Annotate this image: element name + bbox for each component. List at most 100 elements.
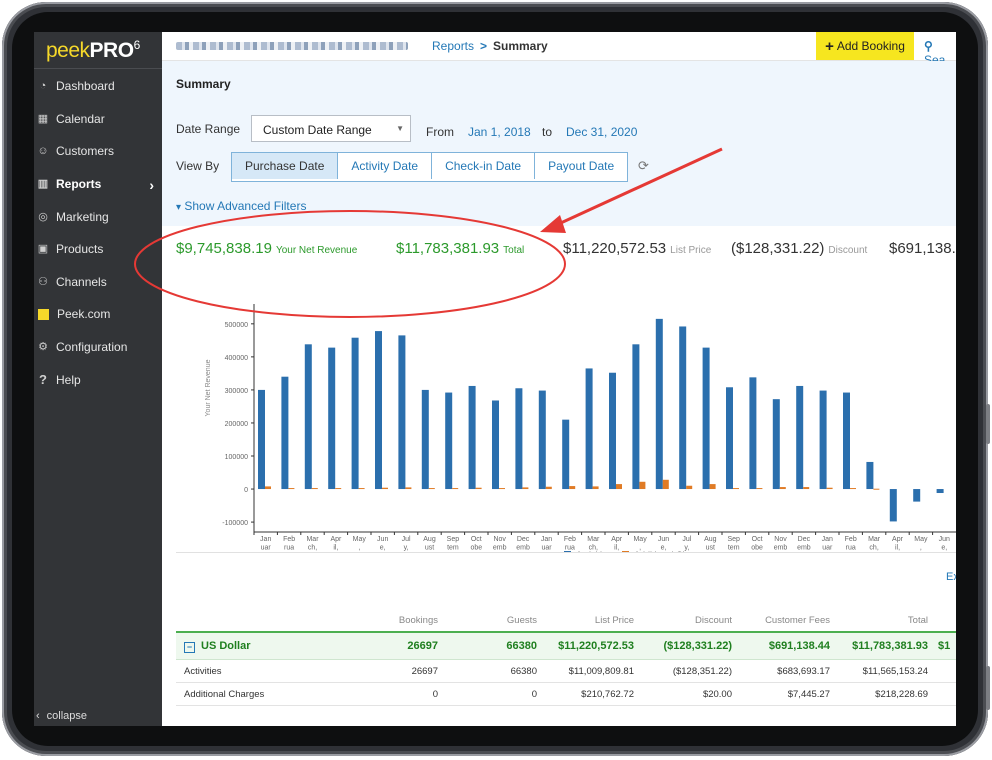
x-tick-label: May (353, 536, 367, 543)
cell-guests: 66380 (510, 666, 537, 677)
x-tick-label: , (358, 545, 360, 552)
view-by-check-in-date[interactable]: Check-in Date (432, 153, 536, 179)
bar-additional-charges (475, 487, 482, 490)
col-bookings[interactable]: Bookings (399, 615, 438, 626)
chevron-down-icon: ▾ (176, 202, 182, 213)
bar-activities (445, 392, 453, 490)
list-price-value: $11,220,572.53 (563, 240, 667, 257)
sidebar-item-customers[interactable]: ☺ Customers (34, 135, 162, 168)
sidebar-item-peek-com[interactable]: Peek.com (34, 298, 162, 331)
sidebar-item-configuration[interactable]: ⚙ Configuration (34, 331, 162, 364)
collapse-minus-icon[interactable]: − (184, 642, 195, 653)
col-customer-fees[interactable]: Customer Fees (765, 615, 830, 626)
cell-total: $11,783,381.93 (852, 640, 928, 652)
x-tick-label: Nov (774, 536, 787, 543)
channels-icon: ⚇ (38, 275, 48, 288)
advanced-filters-label: Show Advanced Filters (184, 199, 307, 213)
bar-additional-charges (873, 488, 880, 490)
x-tick-label: Oct (752, 536, 763, 543)
cell-customer-fees: $691,138.44 (768, 640, 830, 652)
bar-additional-charges (382, 487, 388, 490)
bar-activities (304, 344, 312, 490)
breadcrumb-separator: > (480, 39, 488, 53)
bar-additional-charges (569, 486, 576, 490)
bar-activities (562, 419, 570, 490)
from-label: From (426, 125, 454, 139)
x-tick-label: , (920, 545, 922, 552)
row-name: Activities (184, 666, 222, 677)
bar-activities (585, 368, 593, 490)
net-revenue-total: $9,745,838.19 Your Net Revenue (176, 240, 357, 258)
x-tick-label: y, (404, 545, 409, 552)
tablet-side-button (986, 404, 990, 444)
sidebar-item-dashboard[interactable]: ◔ Dashboard (34, 70, 162, 103)
breadcrumb-redacted (176, 42, 408, 50)
x-tick-label: Dec (798, 536, 811, 543)
bar-activities (655, 318, 663, 490)
x-tick-label: uar (541, 545, 552, 552)
add-booking-button[interactable]: + Add Booking (816, 32, 914, 60)
sidebar-item-calendar[interactable]: ▦ Calendar (34, 103, 162, 136)
bar-additional-charges (335, 488, 342, 490)
bar-activities (538, 390, 546, 490)
products-icon: ▣ (37, 243, 49, 256)
table-row[interactable]: Activities 26697 66380 $11,009,809.81 ($… (176, 660, 956, 683)
x-tick-label: Jul (402, 536, 411, 543)
bar-additional-charges (686, 485, 693, 490)
x-tick-label: May (633, 536, 647, 543)
date-range-value: Custom Date Range (263, 123, 372, 137)
marketing-icon: ◎ (38, 210, 48, 223)
totals-row: $9,745,838.19 Your Net Revenue $11,783,38… (162, 240, 956, 270)
show-advanced-filters-link[interactable]: ▾ Show Advanced Filters (176, 199, 306, 213)
table-row-group[interactable]: − US Dollar 26697 66380 $11,220,572.53 ($… (176, 631, 956, 660)
col-guests[interactable]: Guests (507, 615, 537, 626)
plus-icon: + (825, 37, 834, 55)
table-row[interactable]: Additional Charges 0 0 $210,762.72 $20.0… (176, 683, 956, 706)
bar-additional-charges (850, 488, 856, 490)
list-price-label: List Price (670, 245, 712, 256)
collapse-button[interactable]: ‹ collapse (36, 706, 87, 726)
col-list-price[interactable]: List Price (595, 615, 634, 626)
date-range-select[interactable]: Custom Date Range ▼ (251, 115, 411, 142)
bar-activities (866, 461, 874, 490)
group-name: − US Dollar (184, 640, 251, 653)
export-link[interactable]: Ex (946, 571, 956, 583)
view-by-purchase-date[interactable]: Purchase Date (232, 153, 339, 179)
discount-label: Discount (828, 245, 868, 256)
x-tick-label: rua (846, 545, 856, 552)
total-value: $11,783,381.93 (396, 240, 500, 257)
x-tick-label: rua (284, 545, 294, 552)
x-tick-label: Apr (892, 536, 904, 543)
bar-activities (749, 377, 757, 490)
sidebar-item-reports[interactable]: ▥ Reports › (34, 168, 162, 201)
view-by-payout-date[interactable]: Payout Date (535, 153, 627, 179)
sidebar-item-products[interactable]: ▣ Products (34, 233, 162, 266)
sidebar-item-help[interactable]: ? Help (34, 363, 162, 396)
bar-additional-charges (358, 488, 365, 490)
breadcrumb-reports[interactable]: Reports (432, 39, 474, 53)
x-tick-label: Aug (704, 536, 717, 543)
chevron-right-icon: › (149, 176, 154, 193)
x-tick-label: Jun (939, 536, 950, 543)
view-by-activity-date[interactable]: Activity Date (338, 153, 433, 179)
revenue-bar-chart: 500000 400000 300000 200000 100000 0 -100000 Yo… (162, 282, 956, 552)
col-total[interactable]: Total (908, 615, 928, 626)
peek-pro-logo[interactable]: peekPRO6 (34, 32, 162, 69)
refresh-icon[interactable]: ⟳ (638, 158, 649, 174)
sidebar-nav: ◔ Dashboard ▦ Calendar ☺ Customers ▥ Reports… (34, 69, 162, 396)
col-discount[interactable]: Discount (695, 615, 732, 626)
x-tick-label: May (914, 536, 928, 543)
bar-activities (515, 388, 523, 490)
sidebar-item-marketing[interactable]: ◎ Marketing (34, 200, 162, 233)
sidebar-item-label: Help (56, 372, 81, 387)
bar-activities (936, 489, 944, 494)
sidebar-item-label: Peek.com (57, 307, 111, 322)
net-revenue-label: Your Net Revenue (275, 245, 358, 256)
bar-activities (258, 389, 265, 490)
to-date-picker[interactable]: Dec 31, 2020 (566, 125, 637, 139)
bar-additional-charges (311, 488, 318, 490)
sidebar-item-channels[interactable]: ⚇ Channels (34, 266, 162, 299)
bar-additional-charges (265, 486, 271, 490)
bar-activities (351, 337, 359, 490)
from-date-picker[interactable]: Jan 1, 2018 (468, 125, 531, 139)
